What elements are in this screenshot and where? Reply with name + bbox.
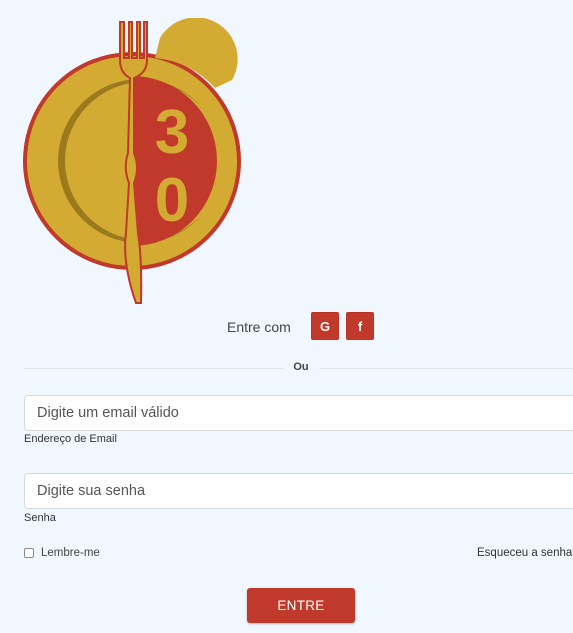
social-login-label: Entre com [227,319,291,335]
facebook-login-button[interactable]: f [346,312,374,340]
logo-number: 30 [155,98,189,235]
remember-me[interactable]: Lembre-me [24,547,100,559]
login-page: 30 Entre com G f Ou Endereço de Email Se… [0,0,573,633]
logo-digit: 3 [155,98,189,167]
password-input[interactable] [24,473,573,509]
email-label: Endereço de Email [24,433,117,445]
divider-text: Ou [283,361,319,373]
forgot-password-link[interactable]: Esqueceu a senha? [477,547,573,559]
password-label: Senha [24,512,56,524]
brand-logo: 30 [23,18,241,304]
email-input[interactable] [24,395,573,431]
logo-digit: 0 [155,166,189,235]
remember-checkbox[interactable] [24,548,34,558]
submit-button[interactable]: ENTRE [247,588,355,623]
facebook-icon: f [357,318,363,334]
social-login-row: Entre com G f [0,312,573,342]
google-icon: G [319,318,331,334]
remember-label: Lembre-me [41,547,100,559]
google-login-button[interactable]: G [311,312,339,340]
